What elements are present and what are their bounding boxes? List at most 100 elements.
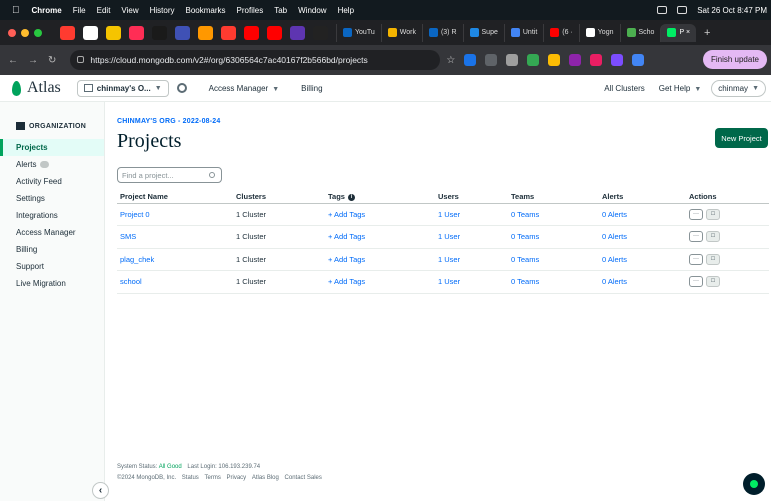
alerts-link[interactable]: 0 Alerts bbox=[599, 225, 686, 249]
chat-support-button[interactable] bbox=[743, 473, 765, 495]
minimize-window-icon[interactable] bbox=[21, 28, 29, 37]
browser-tab[interactable]: P × bbox=[660, 23, 697, 42]
extension-icon[interactable] bbox=[611, 54, 624, 66]
project-name-link[interactable]: SMS bbox=[117, 225, 233, 249]
footer-link-status[interactable]: Status bbox=[182, 475, 199, 481]
teams-link[interactable]: 0 Teams bbox=[508, 225, 599, 249]
back-arrow-icon[interactable]: ← bbox=[8, 55, 18, 66]
sidebar-item-settings[interactable]: Settings bbox=[0, 190, 104, 207]
sidebar-item-live-migration[interactable]: Live Migration bbox=[0, 275, 104, 292]
users-link[interactable]: 1 User bbox=[435, 248, 508, 271]
pinned-tab[interactable] bbox=[129, 25, 144, 40]
more-options-button[interactable]: ··· bbox=[689, 208, 703, 220]
more-options-button[interactable]: ··· bbox=[689, 276, 703, 288]
trash-icon[interactable]: □ bbox=[706, 276, 720, 288]
info-icon[interactable]: i bbox=[347, 193, 355, 201]
column-header-clusters[interactable]: Clusters bbox=[233, 191, 325, 204]
sidebar-item-activity-feed[interactable]: Activity Feed bbox=[0, 173, 104, 190]
pinned-tab[interactable] bbox=[83, 25, 98, 40]
alerts-link[interactable]: 0 Alerts bbox=[599, 248, 686, 271]
control-center-icon[interactable] bbox=[677, 6, 688, 14]
sidebar-item-access-manager[interactable]: Access Manager bbox=[0, 224, 104, 241]
close-window-icon[interactable] bbox=[8, 28, 16, 37]
extension-icon[interactable] bbox=[506, 54, 519, 66]
menu-profiles[interactable]: Profiles bbox=[237, 6, 264, 15]
footer-link-contact-sales[interactable]: Contact Sales bbox=[285, 475, 322, 481]
footer-link-privacy[interactable]: Privacy bbox=[227, 475, 247, 481]
extension-icon[interactable] bbox=[548, 54, 561, 66]
browser-tab[interactable]: Yogn bbox=[578, 23, 620, 42]
site-info-icon[interactable] bbox=[77, 56, 85, 63]
users-link[interactable]: 1 User bbox=[435, 225, 508, 249]
pinned-tab[interactable] bbox=[313, 25, 328, 40]
alerts-link[interactable]: 0 Alerts bbox=[599, 270, 686, 294]
trash-icon[interactable]: □ bbox=[706, 208, 720, 220]
pinned-tab[interactable] bbox=[106, 25, 121, 40]
menu-bookmarks[interactable]: Bookmarks bbox=[186, 6, 226, 15]
menu-file[interactable]: File bbox=[73, 6, 86, 15]
org-selector[interactable]: chinmay's O... ▼ bbox=[76, 79, 169, 97]
alerts-link[interactable]: 0 Alerts bbox=[599, 203, 686, 226]
browser-tab[interactable]: Work bbox=[380, 23, 422, 42]
new-project-button[interactable]: New Project bbox=[715, 128, 768, 148]
browser-tab[interactable]: Supe bbox=[462, 23, 504, 42]
menu-edit[interactable]: Edit bbox=[97, 6, 111, 15]
breadcrumb[interactable]: CHINMAY'S ORG - 2022-08-24 bbox=[117, 118, 220, 125]
sidebar-item-billing[interactable]: Billing bbox=[0, 241, 104, 258]
browser-tab[interactable]: Untit bbox=[503, 23, 543, 42]
extension-icon[interactable] bbox=[485, 54, 498, 66]
add-tags-link[interactable]: + Add Tags bbox=[325, 248, 435, 271]
pinned-tab[interactable] bbox=[175, 25, 190, 40]
battery-icon[interactable] bbox=[657, 6, 668, 14]
menu-view[interactable]: View bbox=[121, 6, 138, 15]
reload-icon[interactable]: ↻ bbox=[48, 55, 56, 66]
project-name-link[interactable]: Project 0 bbox=[117, 203, 233, 226]
pinned-tab[interactable] bbox=[267, 25, 282, 40]
pinned-tab[interactable] bbox=[244, 25, 259, 40]
system-status-value[interactable]: All Good bbox=[159, 464, 182, 470]
extension-icon[interactable] bbox=[569, 54, 582, 66]
add-tags-link[interactable]: + Add Tags bbox=[325, 225, 435, 249]
extension-icon[interactable] bbox=[464, 54, 477, 66]
footer-link-terms[interactable]: Terms bbox=[204, 475, 220, 481]
user-menu-button[interactable]: chinmay ▼ bbox=[711, 80, 766, 97]
nav-get-help[interactable]: Get Help ▼ bbox=[659, 84, 702, 93]
menu-history[interactable]: History bbox=[150, 6, 175, 15]
trash-icon[interactable]: □ bbox=[706, 231, 720, 243]
nav-access-manager[interactable]: Access Manager ▼ bbox=[209, 84, 280, 93]
pinned-tab[interactable] bbox=[198, 25, 213, 40]
trash-icon[interactable]: □ bbox=[706, 253, 720, 265]
pinned-tab[interactable] bbox=[152, 25, 167, 40]
menu-tab[interactable]: Tab bbox=[274, 6, 287, 15]
finish-update-button[interactable]: Finish update bbox=[702, 50, 767, 69]
menu-clock[interactable]: Sat 26 Oct 8:47 PM bbox=[697, 6, 767, 15]
column-header-users[interactable]: Users bbox=[435, 191, 508, 204]
project-name-link[interactable]: school bbox=[117, 270, 233, 294]
new-tab-plus-icon[interactable]: + bbox=[704, 27, 710, 39]
column-header-project-name[interactable]: Project Name bbox=[117, 191, 233, 204]
apple-icon[interactable]:  bbox=[12, 5, 20, 16]
project-name-link[interactable]: plag_chek bbox=[117, 248, 233, 271]
nav-billing[interactable]: Billing bbox=[301, 84, 322, 93]
column-header-teams[interactable]: Teams bbox=[508, 191, 599, 204]
users-link[interactable]: 1 User bbox=[435, 270, 508, 294]
pinned-tab[interactable] bbox=[221, 25, 236, 40]
teams-link[interactable]: 0 Teams bbox=[508, 248, 599, 271]
org-settings-gear-icon[interactable] bbox=[176, 83, 187, 93]
add-tags-link[interactable]: + Add Tags bbox=[325, 203, 435, 226]
column-header-alerts[interactable]: Alerts bbox=[599, 191, 686, 204]
sidebar-item-alerts[interactable]: Alerts bbox=[0, 156, 104, 173]
extension-icon[interactable] bbox=[590, 54, 603, 66]
sidebar-item-support[interactable]: Support bbox=[0, 258, 104, 275]
sidebar-item-projects[interactable]: Projects bbox=[0, 139, 104, 156]
browser-tab[interactable]: Scho bbox=[619, 23, 661, 42]
find-project-input[interactable]: Find a project... bbox=[117, 167, 222, 183]
extension-icon[interactable] bbox=[632, 54, 645, 66]
browser-tab[interactable]: (6 · bbox=[543, 23, 579, 42]
menu-help[interactable]: Help bbox=[338, 6, 354, 15]
teams-link[interactable]: 0 Teams bbox=[508, 270, 599, 294]
menu-window[interactable]: Window bbox=[298, 6, 326, 15]
zoom-window-icon[interactable] bbox=[34, 28, 42, 37]
menu-app-name[interactable]: Chrome bbox=[32, 6, 62, 15]
browser-tab[interactable]: (3) R bbox=[421, 23, 463, 42]
